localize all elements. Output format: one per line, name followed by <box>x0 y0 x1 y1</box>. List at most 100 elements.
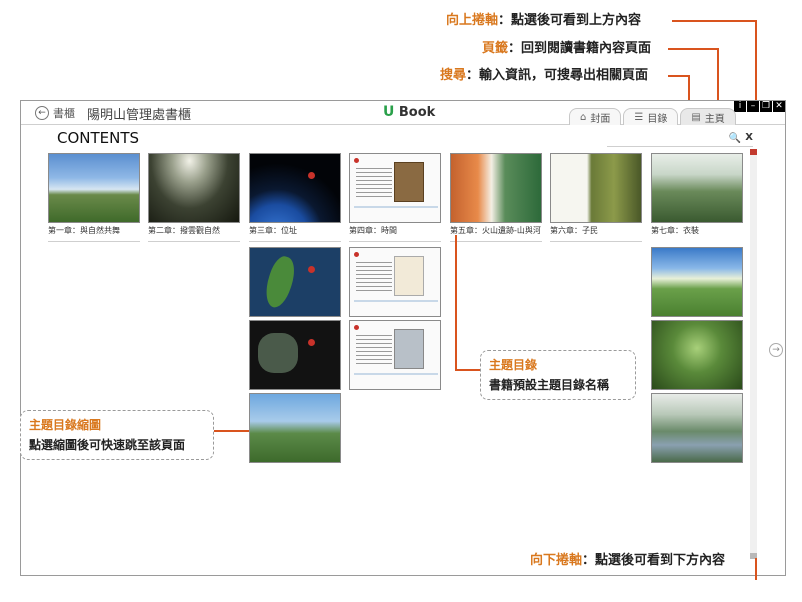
doc-marker-icon <box>354 325 359 330</box>
leader-toc-h <box>455 369 481 371</box>
tab-bar: ⌂ 封面 ☰ 目錄 ▤ 主頁 <box>569 108 736 125</box>
callout-toc: 主題目錄 書籍預設主題目錄名稱 <box>480 350 636 400</box>
callout-scroll-down-label: 向下捲軸 <box>530 553 583 568</box>
bookmark-icon: ▤ <box>691 111 701 123</box>
chapter-2-thumbnail[interactable] <box>148 153 240 223</box>
vertical-scrollbar[interactable] <box>750 153 757 555</box>
chapter-4-caption[interactable]: 第四章：時間 <box>349 225 397 236</box>
search-bar: 🔍 X <box>607 132 753 147</box>
tab-cover-label: 封面 <box>590 113 611 125</box>
chapter-5-caption[interactable]: 第五章：火山遺跡-山與河 <box>450 225 541 236</box>
callout-scroll-down: 向下捲軸：點選後可看到下方內容 <box>530 553 725 569</box>
chapter-6-caption[interactable]: 第六章：子民 <box>550 225 598 236</box>
terrain-map-image <box>258 333 298 373</box>
callout-bookmark-desc: ：回到閱讀書籍內容頁面 <box>508 41 652 56</box>
callout-bookmark-label: 頁籤 <box>482 41 509 56</box>
callout-scroll-up: 向上捲軸：點選後可看到上方內容 <box>446 13 641 29</box>
callout-search-label: 搜尋 <box>440 68 467 83</box>
chapter-7-caption[interactable]: 第七章：衣裝 <box>651 225 699 236</box>
chapter-7-subpage-thumbnail[interactable] <box>651 247 743 317</box>
chapter-2-caption[interactable]: 第二章：撥雲觀自然 <box>148 225 220 236</box>
doc-text-block <box>356 168 392 198</box>
doc-timeline <box>354 206 438 208</box>
restore-icon[interactable]: ❐ <box>760 101 772 112</box>
brand-logo: U Book <box>383 104 435 120</box>
caption-divider <box>148 241 240 242</box>
window-controls: i – ❐ ✕ <box>733 101 785 112</box>
caption-divider <box>48 241 140 242</box>
minimize-icon[interactable]: – <box>747 101 759 112</box>
chapter-3-subpage-thumbnail[interactable] <box>249 247 341 317</box>
red-marker-icon <box>308 339 315 346</box>
chapter-7-subpage-thumbnail[interactable] <box>651 320 743 390</box>
brand-name: Book <box>394 105 436 120</box>
callout-thumb-desc: 點選縮圖後可快速跳至該頁面 <box>29 438 186 452</box>
chapter-1-caption[interactable]: 第一章：與自然共舞 <box>48 225 120 236</box>
callout-bookmark: 頁籤：回到閱讀書籍內容頁面 <box>482 41 651 57</box>
tab-cover[interactable]: ⌂ 封面 <box>569 108 622 125</box>
doc-text-block <box>356 262 392 292</box>
leader-scroll-down-v <box>755 558 757 580</box>
leader-search-h <box>668 75 690 77</box>
tab-toc-label: 目錄 <box>647 113 668 125</box>
home-icon: ⌂ <box>580 111 587 123</box>
chapter-7-thumbnail[interactable] <box>651 153 743 223</box>
chapter-7-subpage-thumbnail[interactable] <box>651 393 743 463</box>
search-icon[interactable]: 🔍 <box>729 133 741 144</box>
leader-thumb-h <box>213 430 249 432</box>
callout-thumb-label: 主題目錄縮圖 <box>29 418 102 432</box>
chapter-4-subpage-thumbnail[interactable] <box>349 247 441 317</box>
leader-bookmark-h <box>668 48 719 50</box>
doc-image <box>394 256 424 296</box>
info-icon[interactable]: i <box>734 101 746 112</box>
doc-timeline <box>354 300 438 302</box>
app-title: 陽明山管理處書櫃 <box>87 108 192 123</box>
caption-divider <box>550 241 642 242</box>
callout-scroll-up-desc: ：點選後可看到上方內容 <box>498 13 642 28</box>
red-marker-icon <box>308 266 315 273</box>
chapter-4-subpage-thumbnail[interactable] <box>349 320 441 390</box>
tab-bookmark[interactable]: ▤ 主頁 <box>680 108 736 125</box>
chapter-3-subpage-thumbnail[interactable] <box>249 320 341 390</box>
callout-scroll-down-desc: ：點選後可看到下方內容 <box>582 553 726 568</box>
brand-u-icon: U <box>383 104 395 120</box>
chapter-3-caption[interactable]: 第三章：位址 <box>249 225 297 236</box>
chapter-5-thumbnail[interactable] <box>450 153 542 223</box>
callout-search-desc: ：輸入資訊，可搜尋出相關頁面 <box>466 68 649 83</box>
caption-divider <box>349 241 441 242</box>
back-arrow-icon: ← <box>35 106 49 120</box>
chapter-1-thumbnail[interactable] <box>48 153 140 223</box>
callout-thumb: 主題目錄縮圖 點選縮圖後可快速跳至該頁面 <box>20 410 214 460</box>
doc-image <box>394 329 424 369</box>
list-icon: ☰ <box>634 111 644 123</box>
search-input[interactable] <box>607 133 723 146</box>
chapter-4-thumbnail[interactable] <box>349 153 441 223</box>
close-icon[interactable]: ✕ <box>773 101 785 112</box>
chapter-6-thumbnail[interactable] <box>550 153 642 223</box>
taiwan-map-image <box>260 253 300 311</box>
contents-title: CONTENTS <box>57 129 140 147</box>
back-label: 書櫃 <box>53 107 75 120</box>
search-clear-button[interactable]: X <box>745 132 753 143</box>
caption-divider <box>450 241 542 242</box>
tab-bookmark-label: 主頁 <box>704 113 725 125</box>
red-marker-icon <box>308 172 315 179</box>
callout-scroll-up-label: 向上捲軸 <box>446 13 499 28</box>
leader-toc-v <box>455 235 457 371</box>
callout-toc-label: 主題目錄 <box>489 358 538 372</box>
doc-marker-icon <box>354 252 359 257</box>
tab-toc[interactable]: ☰ 目錄 <box>623 108 679 125</box>
doc-image <box>394 162 424 202</box>
chapter-3-subpage-thumbnail[interactable] <box>249 393 341 463</box>
doc-timeline <box>354 373 438 375</box>
chapter-3-thumbnail[interactable] <box>249 153 341 223</box>
ubook-window: ← 書櫃 陽明山管理處書櫃 U Book i – ❐ ✕ ⌂ 封面 ☰ 目錄 ▤… <box>20 100 786 576</box>
next-page-arrow-icon[interactable]: → <box>769 343 783 357</box>
callout-search: 搜尋：輸入資訊，可搜尋出相關頁面 <box>440 68 648 84</box>
doc-marker-icon <box>354 158 359 163</box>
doc-text-block <box>356 335 392 365</box>
back-to-shelf-button[interactable]: ← 書櫃 <box>35 105 75 121</box>
callout-toc-desc: 書籍預設主題目錄名稱 <box>489 378 610 392</box>
scroll-up-button[interactable] <box>750 149 757 155</box>
leader-scroll-up-h <box>672 20 757 22</box>
